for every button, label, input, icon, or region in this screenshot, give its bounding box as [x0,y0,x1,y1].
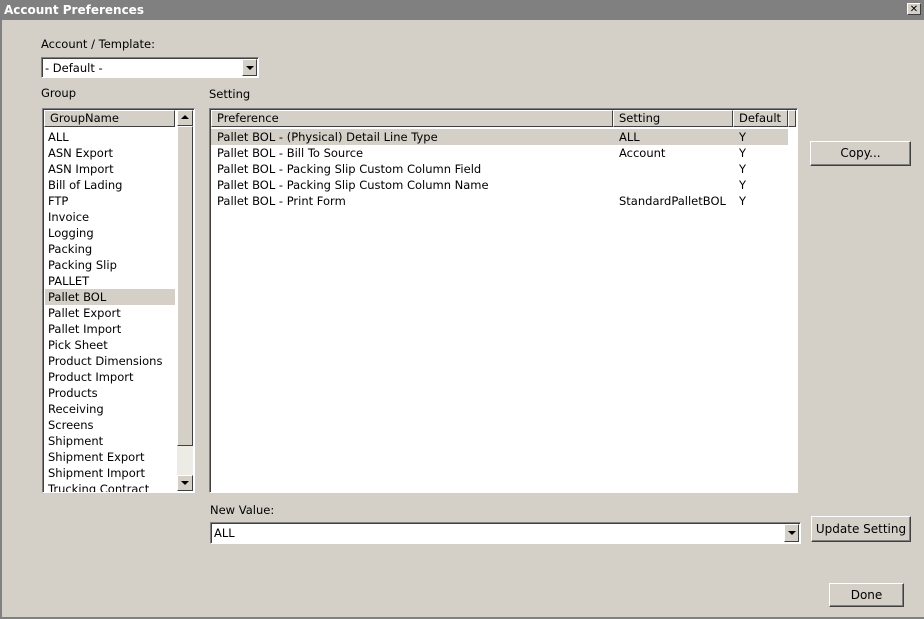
default-cell: Y [739,146,747,160]
group-list-item[interactable]: Shipment [45,433,175,449]
setting-label: Setting [209,87,251,101]
column-header-setting[interactable]: Setting [613,110,733,127]
default-cell: Y [739,130,747,144]
account-template-dropdown[interactable]: - Default - [41,57,259,78]
close-button[interactable]: ✕ [907,3,921,15]
preference-cell: Pallet BOL - Print Form [217,194,346,208]
group-list-item[interactable]: Product Dimensions [45,353,175,369]
copy-button[interactable]: Copy... [810,141,911,166]
table-row[interactable]: Pallet BOL - Packing Slip Custom Column … [211,161,788,177]
update-setting-button[interactable]: Update Setting [811,516,911,542]
chevron-up-icon [181,115,189,119]
chevron-down-icon [246,66,254,70]
setting-cell: StandardPalletBOL [619,194,726,208]
table-row[interactable]: Pallet BOL - Packing Slip Custom Column … [211,177,788,193]
group-list-item[interactable]: PALLET [45,273,175,289]
new-value-label: New Value: [210,503,275,517]
title-bar[interactable]: Account Preferences ✕ [0,0,924,20]
default-cell: Y [739,194,747,208]
group-list-item[interactable]: Products [45,385,175,401]
table-row[interactable]: Pallet BOL - Print Form StandardPalletBOL… [211,193,788,209]
setting-cell: ALL [619,130,640,144]
group-list-item[interactable]: ASN Export [45,145,175,161]
chevron-down-icon [788,531,796,535]
setting-cell: Account [619,146,666,160]
group-list-item[interactable]: Pallet Import [45,321,175,337]
group-list-item[interactable]: Packing [45,241,175,257]
group-list-item[interactable]: Pick Sheet [45,337,175,353]
table-row[interactable]: Pallet BOL - Bill To Source Account Y [211,145,788,161]
group-list-item[interactable]: ASN Import [45,161,175,177]
close-icon: ✕ [909,4,919,15]
group-list-item[interactable]: Product Import [45,369,175,385]
column-header-filler [788,110,796,127]
preference-cell: Pallet BOL - (Physical) Detail Line Type [217,130,438,144]
group-list-item[interactable]: Screens [45,417,175,433]
group-list-item[interactable]: Logging [45,225,175,241]
group-label: Group [41,86,77,100]
group-list-item[interactable]: Pallet BOL [45,289,175,305]
group-list-item[interactable]: ALL [45,129,175,145]
table-row[interactable]: Pallet BOL - (Physical) Detail Line Type… [211,129,788,145]
new-value-dropdown[interactable]: ALL [210,522,801,544]
groupname-column-header[interactable]: GroupName [44,110,175,127]
new-value-dropdown-arrow[interactable] [784,524,799,542]
group-list-item[interactable]: Pallet Export [45,305,175,321]
done-button[interactable]: Done [829,583,904,607]
column-header-preference[interactable]: Preference [211,110,613,127]
default-cell: Y [739,162,747,176]
window-frame-left [0,20,2,619]
account-template-value: - Default - [45,61,103,75]
group-list-item[interactable]: Shipment Import [45,465,175,481]
new-value-selected: ALL [214,526,235,540]
group-list-item[interactable]: Packing Slip [45,257,175,273]
chevron-down-icon [181,481,189,485]
account-template-label: Account / Template: [41,37,155,51]
preference-cell: Pallet BOL - Packing Slip Custom Column … [217,178,489,192]
window-title: Account Preferences [4,3,144,17]
group-list-item[interactable]: Bill of Lading [45,177,175,193]
preference-cell: Pallet BOL - Bill To Source [217,146,364,160]
group-list-item[interactable]: Trucking Contract [45,481,175,492]
column-header-default[interactable]: Default [733,110,788,127]
scroll-up-button[interactable] [177,110,193,126]
group-list-item[interactable]: Shipment Export [45,449,175,465]
group-list-item[interactable]: Receiving [45,401,175,417]
scrollbar-thumb[interactable] [177,126,193,446]
account-dropdown-arrow[interactable] [242,59,257,76]
group-list-item[interactable]: Invoice [45,209,175,225]
default-cell: Y [739,178,747,192]
settings-table[interactable]: Preference Setting Default Pallet BOL - … [209,108,798,493]
group-list[interactable]: GroupName ALL ASN Export ASN Import Bill of… [42,108,195,493]
scroll-down-button[interactable] [177,475,193,491]
preference-cell: Pallet BOL - Packing Slip Custom Column … [217,162,482,176]
group-list-item[interactable]: FTP [45,193,175,209]
